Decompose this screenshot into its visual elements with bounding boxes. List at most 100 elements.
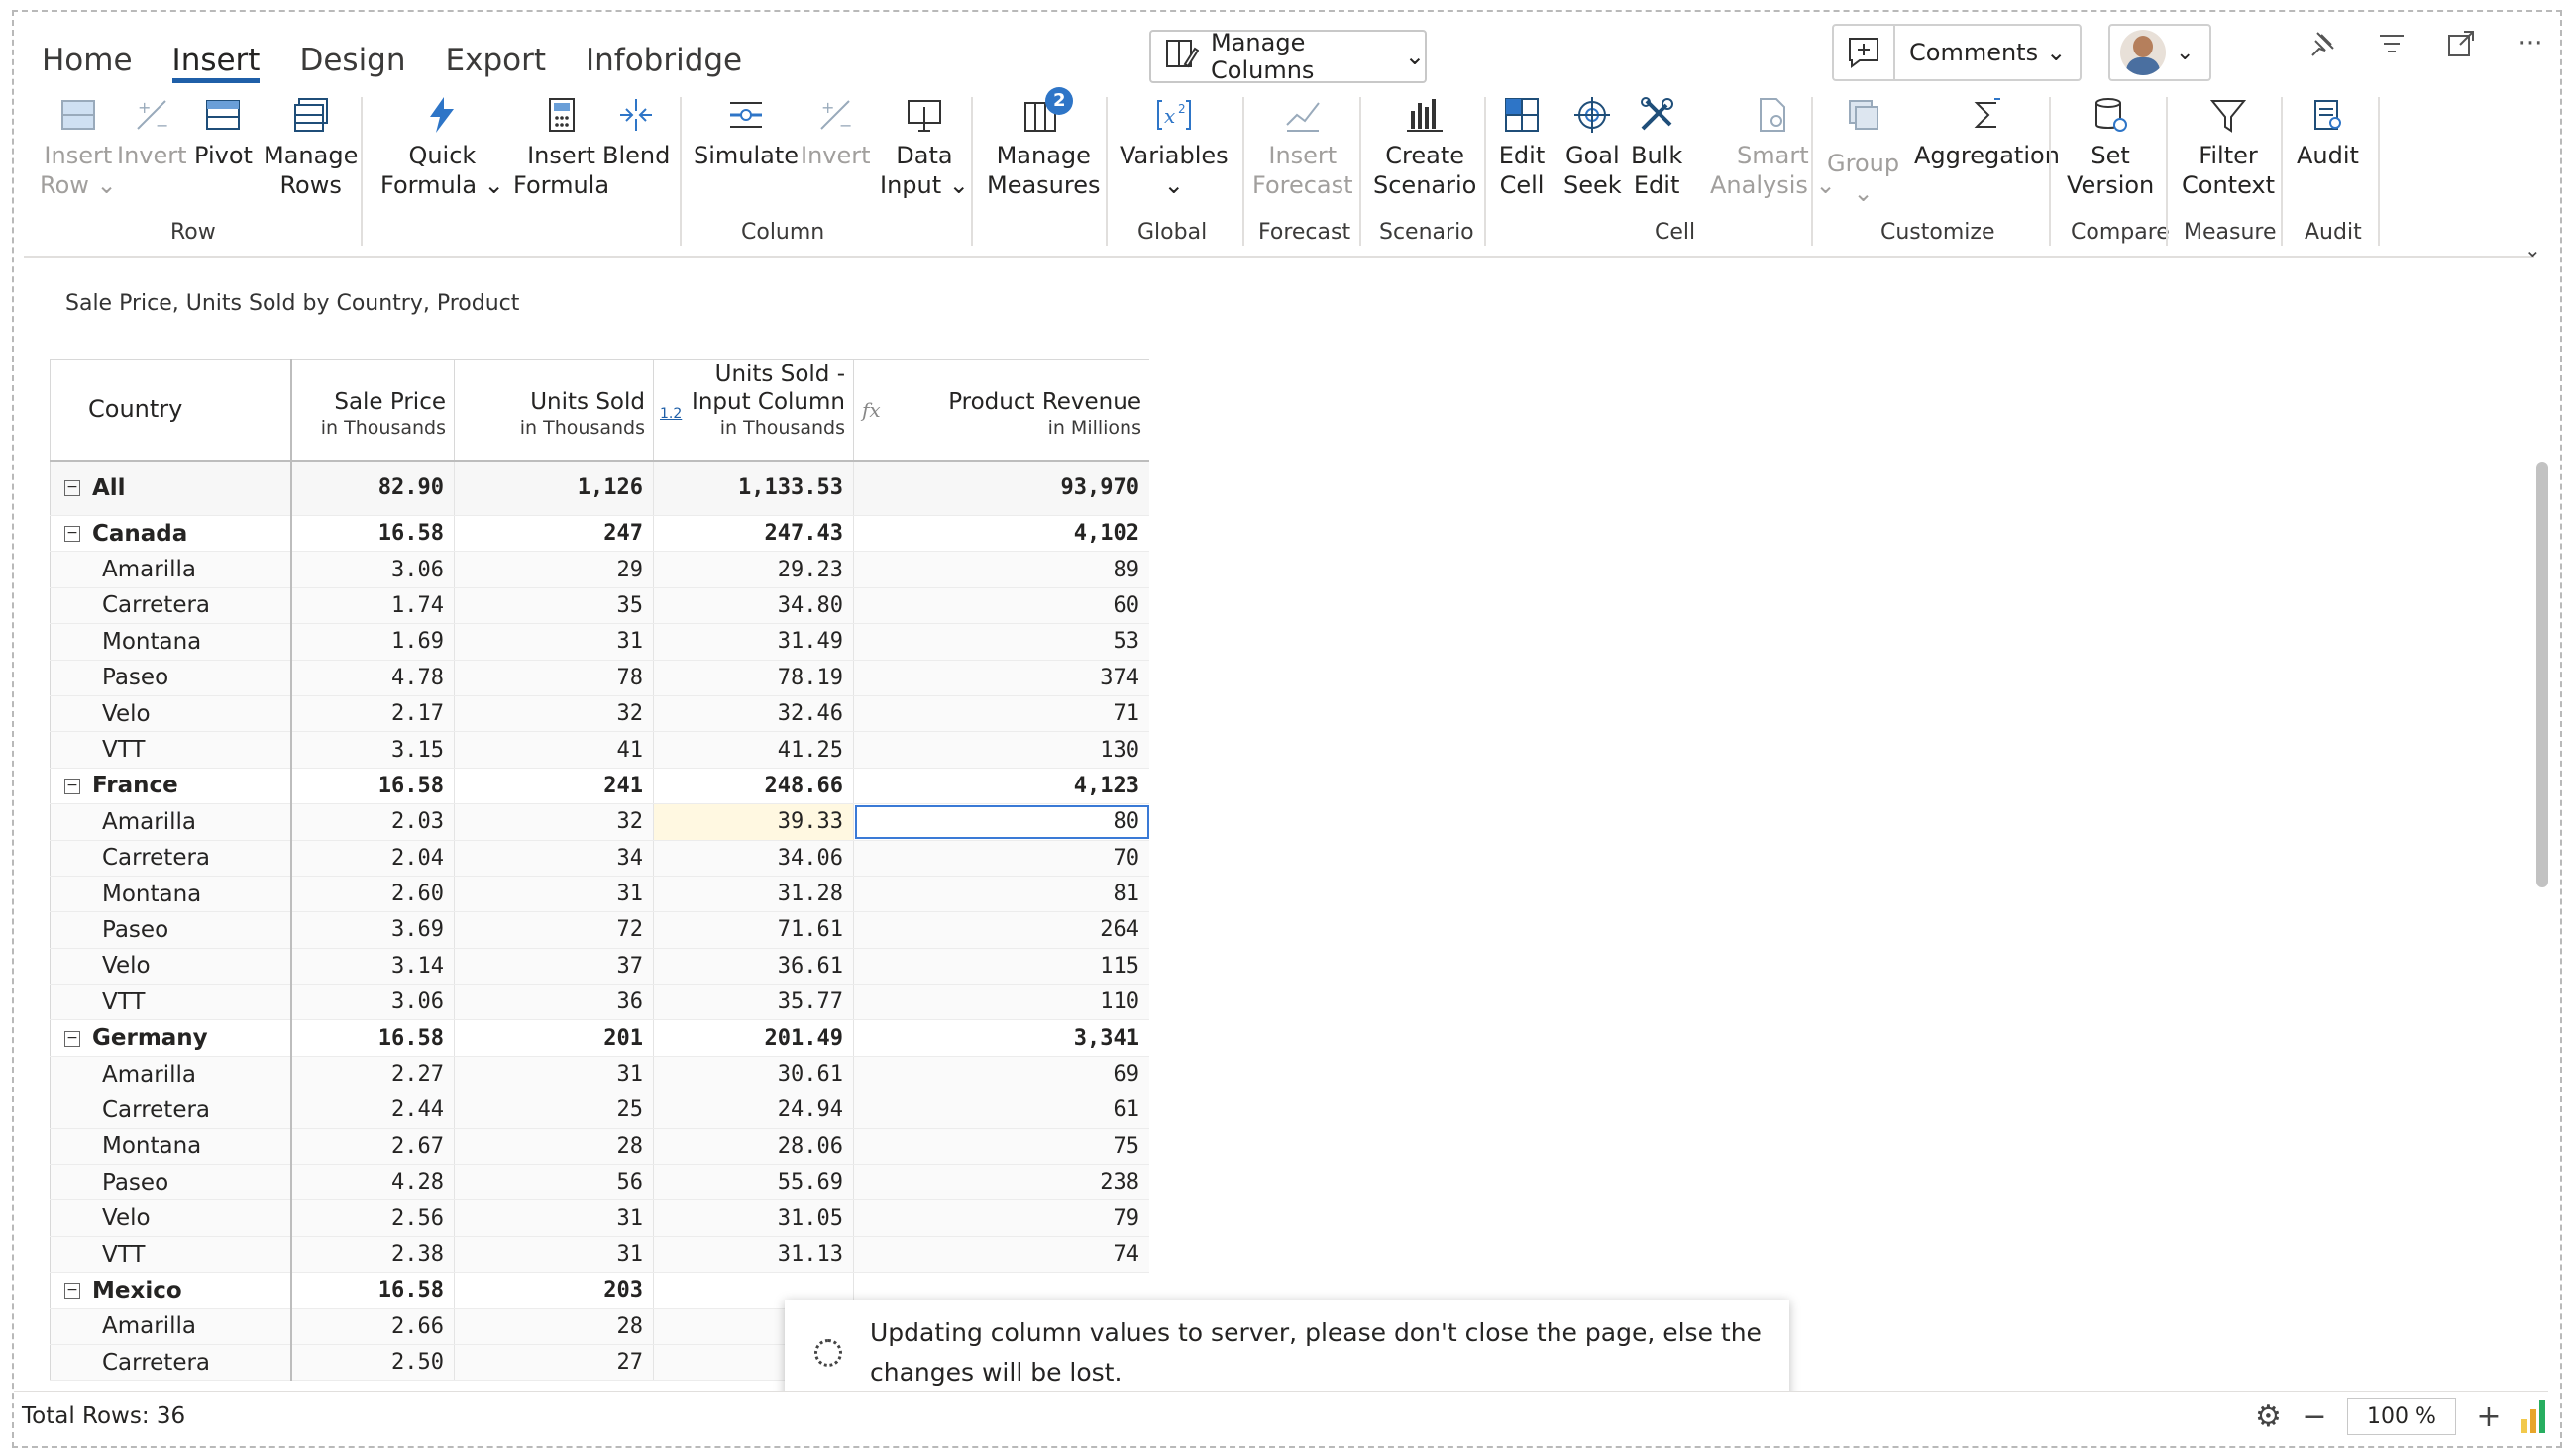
cell-units-sold[interactable]: 31 bbox=[454, 1056, 654, 1093]
cell-product-revenue[interactable]: 81 bbox=[853, 876, 1149, 913]
cell-sale-price[interactable]: 1.74 bbox=[290, 587, 455, 625]
cell-product-revenue[interactable]: 110 bbox=[853, 984, 1149, 1021]
insert-formula-button[interactable]: Insert Formula bbox=[513, 91, 609, 200]
smart-analysis-button[interactable]: Smart Analysis ⌄ bbox=[1710, 91, 1836, 200]
vertical-scrollbar[interactable] bbox=[2536, 462, 2548, 887]
cell-sale-price[interactable]: 16.58 bbox=[290, 1019, 455, 1057]
cell-product-revenue[interactable]: 53 bbox=[853, 623, 1149, 661]
cell-product-revenue[interactable]: 74 bbox=[853, 1236, 1149, 1274]
cell-sale-price[interactable]: 3.14 bbox=[290, 948, 455, 986]
cell-sale-price[interactable]: 2.50 bbox=[290, 1344, 455, 1382]
cell-sale-price[interactable]: 4.28 bbox=[290, 1164, 455, 1201]
cell-units-input[interactable]: 35.77 bbox=[653, 984, 854, 1021]
cell-units-sold[interactable]: 241 bbox=[454, 768, 654, 805]
cell-sale-price[interactable]: 16.58 bbox=[290, 515, 455, 553]
cell-product-revenue[interactable]: 264 bbox=[853, 911, 1149, 949]
cell-product-revenue[interactable]: 80 bbox=[853, 803, 1149, 841]
cell-units-input[interactable]: 32.46 bbox=[653, 695, 854, 733]
cell-sale-price[interactable]: 2.66 bbox=[290, 1308, 455, 1345]
cell-units-sold[interactable]: 29 bbox=[454, 551, 654, 588]
cell-product-revenue[interactable]: 238 bbox=[853, 1164, 1149, 1201]
cell-units-input[interactable]: 41.25 bbox=[653, 731, 854, 769]
cell-units-input[interactable]: 248.66 bbox=[653, 768, 854, 805]
collapse-icon[interactable]: − bbox=[64, 480, 80, 497]
cell-sale-price[interactable]: 2.03 bbox=[290, 803, 455, 841]
collapse-icon[interactable]: − bbox=[64, 526, 80, 543]
cell-product-revenue[interactable]: 89 bbox=[853, 551, 1149, 588]
focus-mode-icon[interactable] bbox=[2439, 22, 2483, 65]
cell-units-sold[interactable]: 72 bbox=[454, 911, 654, 949]
goal-seek-button[interactable]: Goal Seek bbox=[1563, 91, 1622, 200]
aggregation-button[interactable]: Aggregation bbox=[1914, 91, 2060, 170]
cell-units-sold[interactable]: 247 bbox=[454, 515, 654, 553]
set-version-button[interactable]: Set Version bbox=[2067, 91, 2154, 200]
column-header-units-input[interactable]: 1.2 Units Sold - Input Column in Thousan… bbox=[653, 359, 854, 462]
row-label[interactable]: − Mexico bbox=[50, 1272, 292, 1309]
tab-export[interactable]: Export bbox=[446, 38, 546, 83]
cell-product-revenue[interactable]: 93,970 bbox=[853, 460, 1149, 516]
cell-sale-price[interactable]: 82.90 bbox=[290, 460, 455, 516]
cell-units-input[interactable]: 39.33 bbox=[653, 803, 854, 841]
group-button[interactable]: Group ⌄ bbox=[1827, 91, 1899, 208]
more-options-icon[interactable]: ··· bbox=[2509, 22, 2552, 65]
collapse-icon[interactable]: − bbox=[64, 1030, 80, 1047]
cell-product-revenue[interactable]: 69 bbox=[853, 1056, 1149, 1093]
cell-product-revenue[interactable]: 4,102 bbox=[853, 515, 1149, 553]
cell-units-input[interactable]: 29.23 bbox=[653, 551, 854, 588]
cell-units-input[interactable]: 71.61 bbox=[653, 911, 854, 949]
cell-units-sold[interactable]: 25 bbox=[454, 1092, 654, 1129]
bulk-edit-button[interactable]: Bulk Edit bbox=[1631, 91, 1682, 200]
column-header-product-revenue[interactable]: fx Product Revenue in Millions bbox=[853, 359, 1149, 462]
cell-units-input[interactable]: 36.61 bbox=[653, 948, 854, 986]
manage-measures-button[interactable]: 2 Manage Measures bbox=[987, 87, 1101, 200]
cell-units-input[interactable]: 201.49 bbox=[653, 1019, 854, 1057]
zoom-out-button[interactable]: − bbox=[2300, 1400, 2329, 1434]
insert-forecast-button[interactable]: Insert Forecast bbox=[1252, 91, 1353, 200]
cell-sale-price[interactable]: 4.78 bbox=[290, 660, 455, 696]
cell-sale-price[interactable]: 1.69 bbox=[290, 623, 455, 661]
cell-sale-price[interactable]: 3.06 bbox=[290, 984, 455, 1021]
cell-units-sold[interactable]: 201 bbox=[454, 1019, 654, 1057]
cell-units-sold[interactable]: 31 bbox=[454, 1236, 654, 1274]
cell-product-revenue[interactable]: 61 bbox=[853, 1092, 1149, 1129]
cell-units-input[interactable]: 28.06 bbox=[653, 1128, 854, 1166]
row-label[interactable]: − Germany bbox=[50, 1019, 292, 1057]
zoom-in-button[interactable]: + bbox=[2474, 1400, 2504, 1434]
cell-units-sold[interactable]: 31 bbox=[454, 876, 654, 913]
cell-units-sold[interactable]: 28 bbox=[454, 1128, 654, 1166]
cell-units-sold[interactable]: 56 bbox=[454, 1164, 654, 1201]
row-label[interactable]: − Canada bbox=[50, 515, 292, 553]
manage-rows-button[interactable]: Manage Rows bbox=[264, 91, 358, 200]
insert-row-button[interactable]: Insert Row ⌄ bbox=[40, 91, 117, 200]
cell-units-input[interactable]: 78.19 bbox=[653, 660, 854, 696]
tab-infobridge[interactable]: Infobridge bbox=[586, 38, 742, 83]
cell-units-sold[interactable]: 27 bbox=[454, 1344, 654, 1382]
cell-units-input[interactable]: 55.69 bbox=[653, 1164, 854, 1201]
collapse-ribbon-icon[interactable]: ⌄ bbox=[2524, 238, 2541, 261]
manage-columns-button[interactable]: Manage Columns ⌄ bbox=[1149, 29, 1427, 84]
cell-sale-price[interactable]: 2.04 bbox=[290, 840, 455, 877]
column-header-country[interactable]: Country bbox=[50, 359, 292, 462]
cell-sale-price[interactable]: 3.69 bbox=[290, 911, 455, 949]
edit-cell-button[interactable]: Edit Cell bbox=[1498, 91, 1546, 200]
column-header-units-sold[interactable]: Units Sold in Thousands bbox=[454, 359, 654, 462]
invert-column-button[interactable]: + − Invert bbox=[801, 91, 871, 170]
cell-units-sold[interactable]: 37 bbox=[454, 948, 654, 986]
cell-units-input[interactable]: 34.80 bbox=[653, 587, 854, 625]
cell-product-revenue[interactable]: 70 bbox=[853, 840, 1149, 877]
variables-button[interactable]: x2 Variables ⌄ bbox=[1120, 91, 1229, 200]
cell-units-input[interactable]: 31.13 bbox=[653, 1236, 854, 1274]
settings-gear-icon[interactable]: ⚙ bbox=[2255, 1400, 2282, 1434]
cell-units-input[interactable]: 1,133.53 bbox=[653, 460, 854, 516]
cell-product-revenue[interactable]: 130 bbox=[853, 731, 1149, 769]
cell-units-sold[interactable]: 31 bbox=[454, 623, 654, 661]
cell-units-sold[interactable]: 32 bbox=[454, 695, 654, 733]
user-menu[interactable]: ⌄ bbox=[2108, 24, 2211, 81]
cell-units-input[interactable]: 24.94 bbox=[653, 1092, 854, 1129]
tab-design[interactable]: Design bbox=[299, 38, 405, 83]
cell-units-input[interactable]: 34.06 bbox=[653, 840, 854, 877]
cell-units-input[interactable]: 247.43 bbox=[653, 515, 854, 553]
cell-units-sold[interactable]: 36 bbox=[454, 984, 654, 1021]
filter-context-button[interactable]: Filter Context bbox=[2182, 91, 2275, 200]
cell-units-sold[interactable]: 34 bbox=[454, 840, 654, 877]
